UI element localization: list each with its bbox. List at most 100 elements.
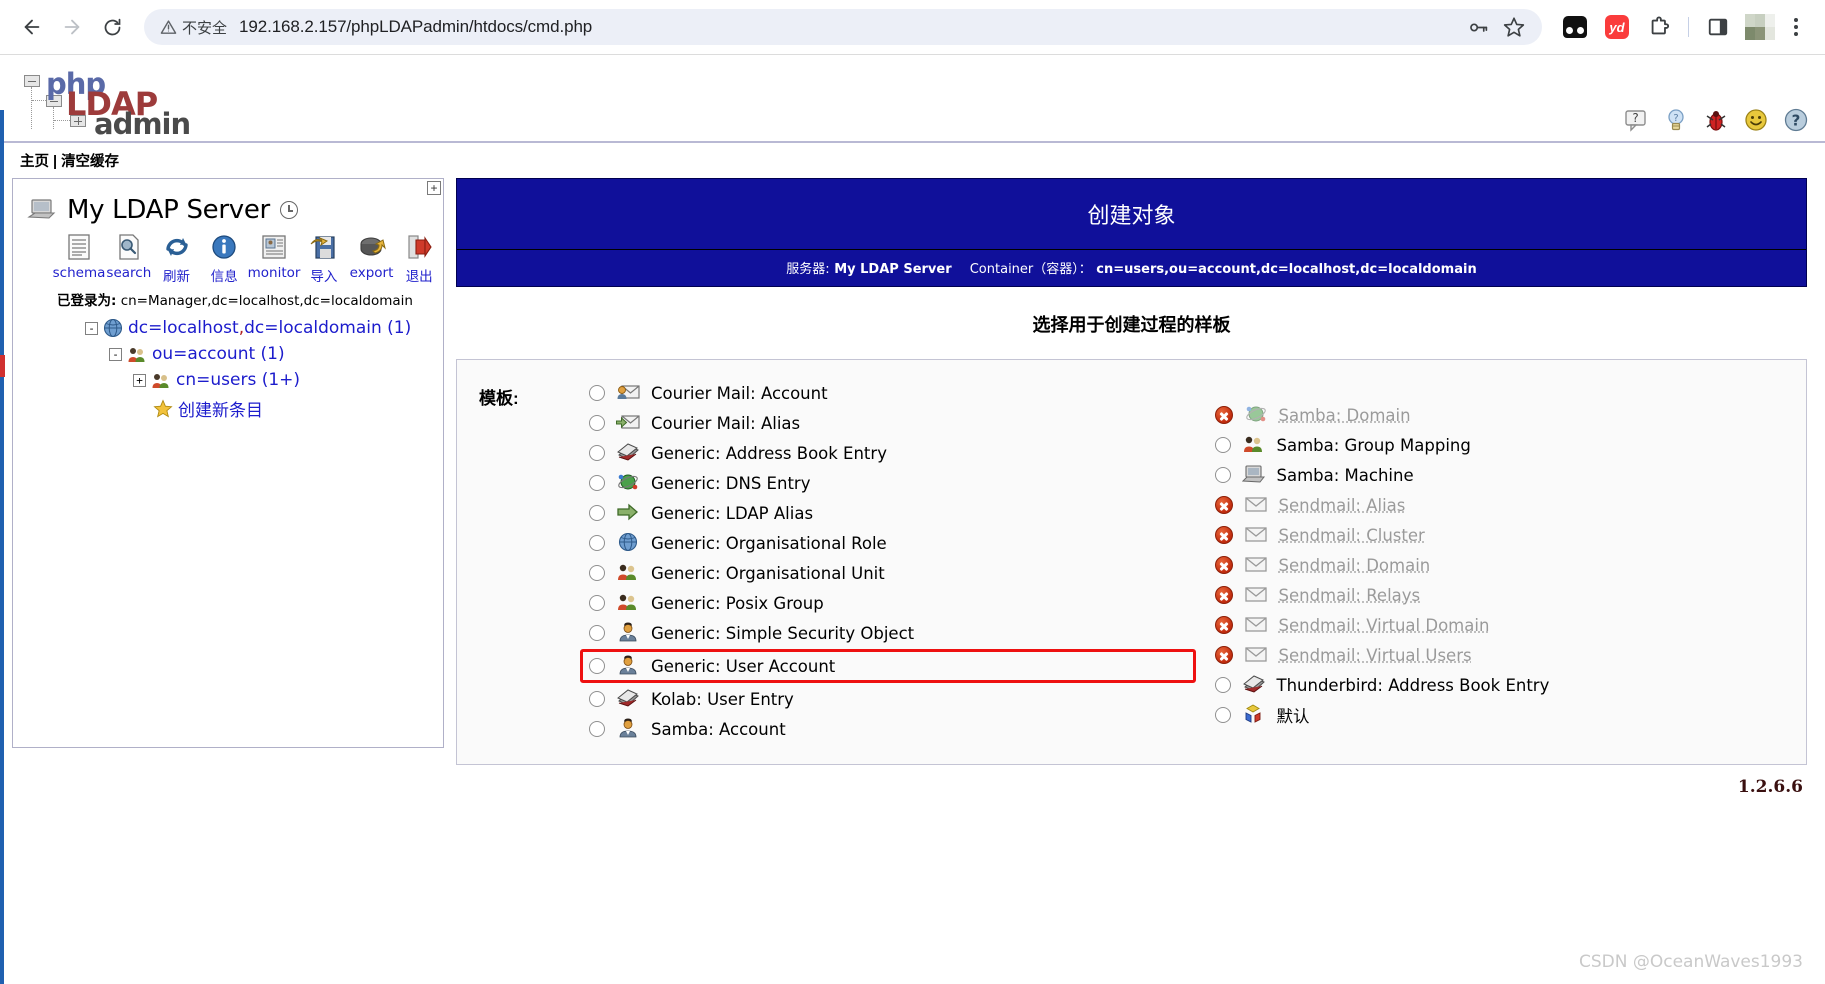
sidebar-tool-refresh[interactable]: 刷新 <box>153 231 201 285</box>
puzzle-extensions-icon <box>1651 16 1670 35</box>
template-label: Generic: Organisational Unit <box>651 563 885 583</box>
breadcrumb-home-link[interactable]: 主页 <box>20 154 49 170</box>
tree-node-label[interactable]: 创建新条目 <box>178 396 263 421</box>
sidebar-server-header: My LDAP Server <box>13 179 443 225</box>
template-radio[interactable] <box>1214 467 1231 483</box>
sidebar-tool-info[interactable]: 信息 <box>200 231 248 285</box>
sidebar-tool-logout[interactable]: 退出 <box>395 231 443 285</box>
template-radio[interactable] <box>589 415 605 431</box>
template-radio[interactable] <box>589 595 605 611</box>
tree-node-label[interactable]: dc=localhost,dc=localdomain (1) <box>128 318 411 338</box>
tree-node-label[interactable]: ou=account (1) <box>152 344 285 364</box>
app-header: php LDAP admin ? ? ? <box>0 55 1825 141</box>
back-button[interactable] <box>14 9 50 45</box>
profile-button[interactable] <box>1742 9 1778 45</box>
template-radio[interactable] <box>589 658 605 674</box>
template-option-thunderbird-address-book-entry[interactable]: Thunderbird: Address Book Entry <box>1214 670 1785 700</box>
extensions-area: yd <box>1554 9 1811 45</box>
question-globe-icon[interactable]: ? <box>1783 107 1809 133</box>
template-label: Samba: Domain <box>1278 405 1411 425</box>
envelope-icon <box>1244 584 1268 606</box>
template-radio[interactable] <box>589 505 605 521</box>
template-option-generic-ldap-alias[interactable]: Generic: LDAP Alias <box>589 498 1187 528</box>
sidebar-collapse-button[interactable]: + <box>427 181 441 195</box>
template-option-courier-mail-alias[interactable]: Courier Mail: Alias <box>589 408 1187 438</box>
refresh-icon <box>163 231 191 263</box>
template-option-samba-account[interactable]: Samba: Account <box>589 714 1187 744</box>
sidebar-tool-schema[interactable]: schema <box>53 231 105 285</box>
address-bar[interactable]: 不安全 192.168.2.157/phpLDAPadmin/htdocs/cm… <box>144 9 1542 45</box>
tree-node-label[interactable]: cn=users (1+) <box>176 370 300 390</box>
bug-icon[interactable] <box>1703 107 1729 133</box>
template-radio[interactable] <box>1214 437 1231 453</box>
smiley-icon[interactable] <box>1743 107 1769 133</box>
tree-node-create-entry[interactable]: 创建新条目 <box>13 393 443 424</box>
main-panel: 创建对象 服务器: My LDAP Server Container（容器）： … <box>456 178 1807 797</box>
group-icon <box>128 348 145 362</box>
tree-node-ou-account[interactable]: - ou=account (1) <box>13 341 443 367</box>
reload-button[interactable] <box>94 9 130 45</box>
security-status[interactable]: 不安全 <box>160 17 227 38</box>
url-text[interactable]: 192.168.2.157/phpLDAPadmin/htdocs/cmd.ph… <box>239 17 1456 37</box>
logo-admin-text: admin <box>94 107 191 141</box>
template-option-generic-address-book-entry[interactable]: Generic: Address Book Entry <box>589 438 1187 468</box>
mask-extension-button[interactable] <box>1557 9 1593 45</box>
mask-extension-icon <box>1563 16 1587 38</box>
tree-expander[interactable]: - <box>109 347 122 361</box>
template-radio[interactable] <box>589 721 605 737</box>
help-bubble-icon[interactable]: ? <box>1623 107 1649 133</box>
extensions-button[interactable] <box>1641 9 1677 45</box>
template-option-generic-simple-security-object[interactable]: Generic: Simple Security Object <box>589 618 1187 648</box>
youdao-extension-button[interactable]: yd <box>1599 9 1635 45</box>
tree-node-cn-users[interactable]: + cn=users (1+) <box>13 367 443 393</box>
template-option-default[interactable]: 默认 <box>1214 700 1785 730</box>
template-option-samba-group-mapping[interactable]: Samba: Group Mapping <box>1214 430 1785 460</box>
tree-expander[interactable]: + <box>133 373 146 387</box>
lightbulb-icon[interactable]: ? <box>1663 107 1689 133</box>
template-radio[interactable] <box>1214 707 1231 723</box>
sidebar-tool-import[interactable]: 导入 <box>300 231 348 285</box>
template-radio[interactable] <box>589 625 605 641</box>
reload-icon <box>104 18 120 35</box>
template-option-courier-mail-account[interactable]: Courier Mail: Account <box>589 378 1187 408</box>
template-selector: 模板: Courier Mail: Account Courier Mail: … <box>456 359 1807 765</box>
sidebar-server-name[interactable]: My LDAP Server <box>67 195 270 225</box>
template-radio[interactable] <box>1214 677 1231 693</box>
dns-icon <box>1244 404 1268 426</box>
templates-label: 模板: <box>479 389 519 408</box>
template-radio[interactable] <box>589 475 605 491</box>
bookmark-button[interactable] <box>1500 13 1528 41</box>
template-option-kolab-user-entry[interactable]: Kolab: User Entry <box>589 684 1187 714</box>
forward-button[interactable] <box>54 9 90 45</box>
disabled-x-icon <box>1214 556 1233 574</box>
sidebar-tool-export[interactable]: export <box>348 231 396 285</box>
page-left-edge-decoration <box>0 110 4 984</box>
sidebar-tool-monitor[interactable]: monitor <box>248 231 300 285</box>
tree-node-root[interactable]: - dc=localhost,dc=localdomain (1) <box>13 315 443 341</box>
tree-expander[interactable]: - <box>85 321 98 335</box>
template-radio[interactable] <box>589 565 605 581</box>
password-manager-button[interactable] <box>1464 13 1492 41</box>
template-radio[interactable] <box>589 385 605 401</box>
security-label: 不安全 <box>182 19 228 37</box>
template-option-generic-organisational-role[interactable]: Generic: Organisational Role <box>589 528 1187 558</box>
template-option-generic-user-account[interactable]: Generic: User Account <box>580 649 1196 683</box>
forward-arrow-icon <box>64 19 80 35</box>
template-option-generic-dns-entry[interactable]: Generic: DNS Entry <box>589 468 1187 498</box>
user-icon <box>616 622 640 644</box>
template-label: Samba: Account <box>651 719 786 739</box>
template-radio[interactable] <box>589 445 605 461</box>
breadcrumb-purge-cache-link[interactable]: 清空缓存 <box>61 154 119 170</box>
template-radio[interactable] <box>589 691 605 707</box>
group-icon <box>616 592 640 614</box>
chrome-menu-button[interactable] <box>1781 12 1811 42</box>
template-option-samba-machine[interactable]: Samba: Machine <box>1214 460 1785 490</box>
template-radio[interactable] <box>589 535 605 551</box>
template-option-generic-posix-group[interactable]: Generic: Posix Group <box>589 588 1187 618</box>
template-option-generic-organisational-unit[interactable]: Generic: Organisational Unit <box>589 558 1187 588</box>
logo-node-icon <box>24 75 40 87</box>
side-panel-button[interactable] <box>1700 9 1736 45</box>
template-label: Thunderbird: Address Book Entry <box>1276 675 1550 695</box>
logged-in-label: 已登录为: <box>57 293 117 309</box>
sidebar-tool-search[interactable]: search <box>105 231 153 285</box>
